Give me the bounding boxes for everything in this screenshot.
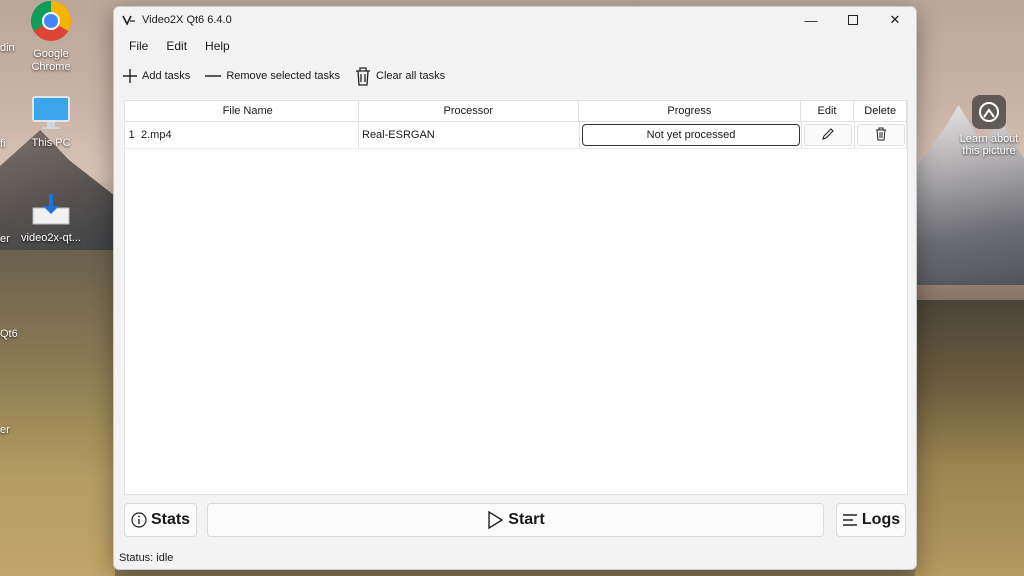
start-label: Start bbox=[508, 511, 545, 528]
wallpaper-hill-right bbox=[915, 300, 1024, 576]
wallpaper-hill-left bbox=[0, 250, 115, 576]
header-file-name[interactable]: File Name bbox=[138, 101, 359, 121]
logs-label: Logs bbox=[861, 511, 901, 528]
plus-icon bbox=[122, 68, 138, 84]
trash-icon bbox=[875, 127, 887, 144]
maximize-icon bbox=[848, 13, 858, 28]
minimize-icon: — bbox=[804, 12, 818, 28]
cell-file-name[interactable]: 2.mp4 bbox=[138, 122, 359, 148]
remove-selected-tasks-label: Remove selected tasks bbox=[226, 70, 341, 82]
monitor-icon bbox=[12, 95, 90, 135]
clear-all-tasks-label: Clear all tasks bbox=[376, 70, 446, 82]
menu-help[interactable]: Help bbox=[196, 39, 239, 53]
trash-icon bbox=[354, 66, 372, 86]
progress-indicator: Not yet processed bbox=[582, 124, 800, 146]
table-row[interactable]: 1 2.mp4 Real-ESRGAN Not yet processed bbox=[125, 122, 907, 149]
desktop-edge-label: er bbox=[0, 233, 10, 245]
desktop-edge-label: er bbox=[0, 424, 10, 436]
menu-file[interactable]: File bbox=[120, 39, 157, 53]
info-icon bbox=[131, 512, 147, 528]
close-icon: ✕ bbox=[889, 12, 901, 27]
chrome-icon bbox=[12, 0, 90, 46]
desktop-edge-label: Qt6 bbox=[0, 328, 18, 340]
minus-icon bbox=[204, 68, 222, 84]
cell-delete bbox=[855, 122, 907, 148]
row-index: 1 bbox=[128, 129, 135, 141]
task-table: File Name Processor Progress Edit Delete… bbox=[124, 100, 908, 495]
stats-button[interactable]: Stats bbox=[124, 503, 197, 537]
desktop-icon-video2x-label: video2x-qt... bbox=[21, 232, 81, 244]
header-corner bbox=[125, 101, 138, 121]
desktop-icon-this-pc[interactable]: This PC bbox=[12, 95, 90, 150]
add-tasks-label: Add tasks bbox=[142, 70, 191, 82]
close-button[interactable]: ✕ bbox=[874, 7, 916, 33]
title-bar[interactable]: Video2X Qt6 6.4.0 — ✕ bbox=[114, 7, 916, 33]
menu-edit[interactable]: Edit bbox=[157, 39, 196, 53]
stats-label: Stats bbox=[150, 511, 191, 528]
play-icon bbox=[486, 511, 504, 529]
cell-processor[interactable]: Real-ESRGAN bbox=[359, 122, 580, 148]
video2x-logo-icon bbox=[122, 13, 136, 27]
header-edit[interactable]: Edit bbox=[801, 101, 855, 121]
desktop-edge-label: din bbox=[0, 42, 15, 54]
window-title: Video2X Qt6 6.4.0 bbox=[142, 14, 232, 26]
add-tasks-button[interactable]: Add tasks bbox=[122, 68, 190, 84]
menu-bar: File Edit Help bbox=[114, 33, 916, 59]
list-lines-icon bbox=[842, 513, 858, 527]
cell-edit bbox=[802, 122, 855, 148]
desktop-edge-label: fi bbox=[0, 138, 6, 150]
header-delete[interactable]: Delete bbox=[854, 101, 908, 121]
cell-progress: Not yet processed bbox=[580, 122, 802, 148]
start-button[interactable]: Start bbox=[207, 503, 824, 537]
learn-about-picture-label: Learn about this picture bbox=[959, 133, 1019, 157]
header-progress[interactable]: Progress bbox=[579, 101, 801, 121]
desktop-icon-this-pc-label: This PC bbox=[31, 137, 71, 149]
maximize-button[interactable] bbox=[832, 7, 874, 33]
clear-all-tasks-button[interactable]: Clear all tasks bbox=[354, 66, 445, 86]
status-bar: Status: idle bbox=[119, 552, 174, 564]
edit-task-button[interactable] bbox=[804, 124, 852, 146]
installer-icon bbox=[12, 192, 90, 230]
desktop-icon-video2x[interactable]: video2x-qt... bbox=[12, 192, 90, 245]
video2x-window: Video2X Qt6 6.4.0 — ✕ File Edit Help Add… bbox=[113, 6, 917, 570]
desktop-icon-chrome[interactable]: Google Chrome bbox=[12, 0, 90, 74]
header-processor[interactable]: Processor bbox=[359, 101, 580, 121]
pencil-icon bbox=[821, 127, 835, 144]
minimize-button[interactable]: — bbox=[790, 7, 832, 33]
learn-about-picture[interactable]: Learn about this picture bbox=[956, 95, 1022, 157]
delete-task-button[interactable] bbox=[856, 124, 905, 146]
desktop-icon-chrome-label: Google Chrome bbox=[31, 48, 71, 73]
remove-selected-tasks-button[interactable]: Remove selected tasks bbox=[204, 68, 340, 84]
logs-button[interactable]: Logs bbox=[836, 503, 906, 537]
camera-location-icon bbox=[972, 95, 1006, 129]
table-header: File Name Processor Progress Edit Delete bbox=[125, 101, 908, 122]
toolbar: Add tasks Remove selected tasks Clear al… bbox=[114, 59, 916, 93]
bottom-action-bar: Stats Start Logs bbox=[124, 503, 906, 537]
